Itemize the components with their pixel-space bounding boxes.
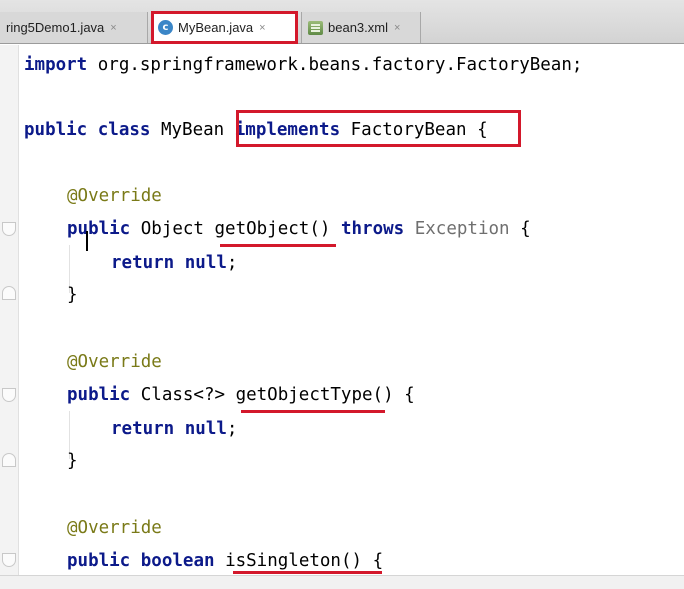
- tab-spring5demo1-java[interactable]: ring5Demo1.java ×: [0, 12, 148, 43]
- tab-label: MyBean.java: [178, 20, 254, 35]
- code-text: Class<?>: [130, 385, 236, 405]
- close-icon[interactable]: ×: [110, 22, 116, 34]
- code-line-close-brace: }: [67, 283, 78, 307]
- code-text: ;: [226, 419, 238, 439]
- status-strip: [0, 575, 684, 589]
- keyword: null: [184, 253, 227, 273]
- keyword: import: [24, 55, 88, 75]
- method-name: getObject(): [214, 219, 331, 239]
- keyword: public: [24, 120, 88, 140]
- code-editor[interactable]: import org.springframework.beans.factory…: [0, 45, 684, 575]
- code-line-method-getobjecttype: public Class<?> getObjectType() {: [67, 383, 415, 407]
- xml-file-icon: [308, 20, 323, 35]
- code-text: Object: [130, 219, 215, 239]
- close-icon[interactable]: ×: [394, 22, 400, 34]
- keyword: return: [111, 419, 175, 439]
- tab-mybean-java[interactable]: c MyBean.java ×: [151, 11, 298, 44]
- code-text: {: [509, 219, 531, 239]
- keyword: public: [67, 551, 131, 571]
- exception-type: Exception: [404, 219, 510, 239]
- text-cursor: [86, 231, 88, 251]
- code-text: ;: [226, 253, 238, 273]
- keyword: boolean: [140, 551, 215, 571]
- keyword: public: [67, 219, 131, 239]
- keyword: return: [111, 253, 175, 273]
- keyword: class: [97, 120, 151, 140]
- keyword: null: [184, 419, 227, 439]
- code-text: }: [67, 451, 78, 471]
- tab-label: ring5Demo1.java: [6, 20, 105, 35]
- highlight-box-implements: [236, 110, 521, 147]
- tab-label: bean3.xml: [328, 20, 388, 35]
- code-line-annotation: @Override: [67, 184, 162, 208]
- annotation: @Override: [67, 352, 162, 372]
- code-line-close-brace: }: [67, 449, 78, 473]
- keyword: throws: [340, 219, 405, 239]
- close-icon[interactable]: ×: [259, 22, 265, 34]
- code-line-method-issingleton: public boolean isSingleton() {: [67, 549, 383, 573]
- java-class-icon: c: [158, 20, 173, 35]
- method-name: isSingleton(): [225, 551, 363, 571]
- code-text: }: [67, 285, 78, 305]
- underline-issingleton: [233, 571, 382, 574]
- editor-tab-bar: ring5Demo1.java × c MyBean.java × bean3.…: [0, 0, 684, 44]
- underline-getobjecttype: [241, 410, 385, 413]
- keyword: public: [67, 385, 131, 405]
- code-line-method-getobject: public Object getObject() throws Excepti…: [67, 217, 531, 241]
- code-line-import: import org.springframework.beans.factory…: [24, 53, 582, 77]
- code-line-annotation: @Override: [67, 350, 162, 374]
- annotation: @Override: [67, 186, 162, 206]
- code-text: org.springframework.beans.factory.Factor…: [87, 55, 583, 75]
- underline-getobject: [220, 244, 336, 247]
- method-name: getObjectType: [235, 385, 373, 405]
- code-line-return: return null;: [111, 417, 237, 441]
- class-name: MyBean: [150, 120, 235, 140]
- tab-bean3-xml[interactable]: bean3.xml ×: [301, 12, 421, 43]
- code-text: () {: [372, 385, 415, 405]
- code-text: {: [362, 551, 384, 571]
- code-line-annotation: @Override: [67, 516, 162, 540]
- code-line-return: return null;: [111, 251, 237, 275]
- annotation: @Override: [67, 518, 162, 538]
